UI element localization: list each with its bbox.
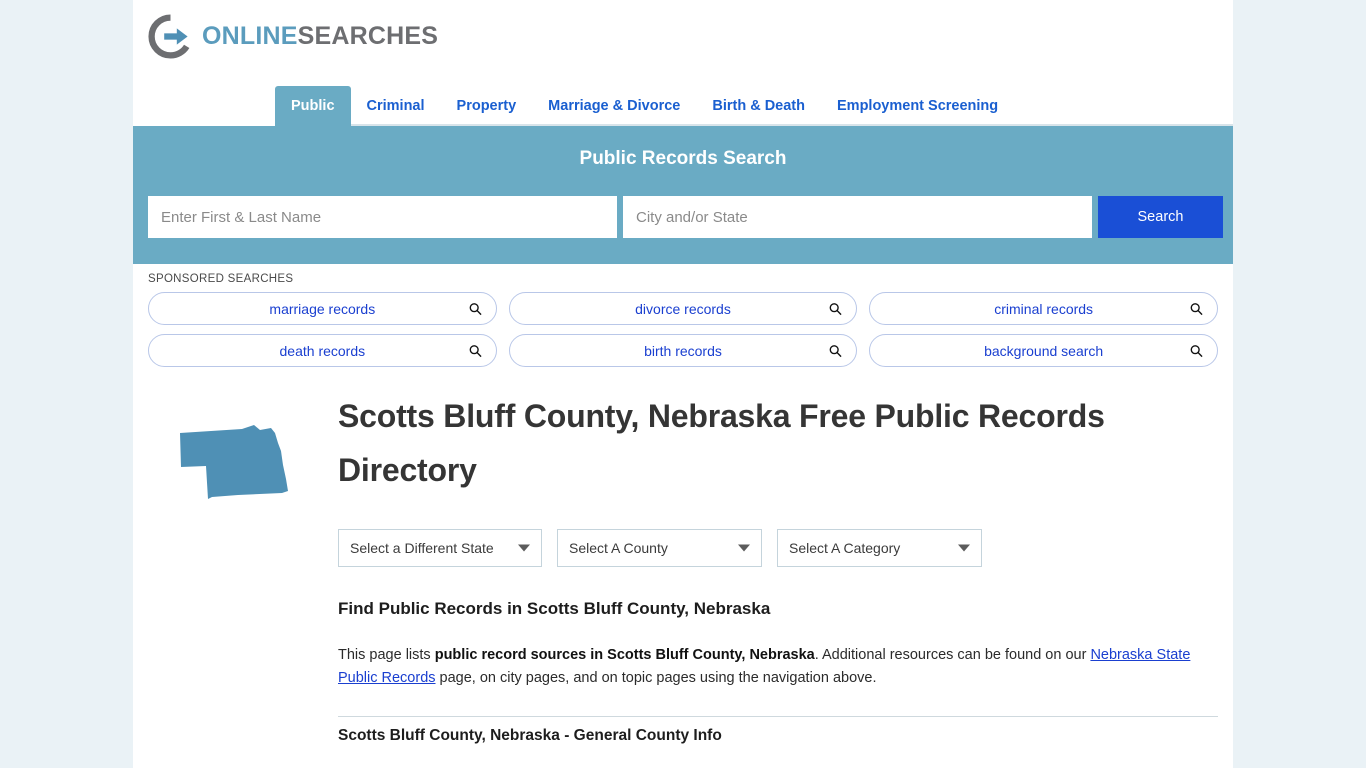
section-heading: Find Public Records in Scotts Bluff Coun… — [338, 599, 771, 618]
county-select-value: Select A County — [569, 540, 668, 556]
magnifier-icon — [469, 302, 482, 315]
nav-tab-birth-death[interactable]: Birth & Death — [696, 86, 821, 126]
state-select[interactable]: Select a Different State — [338, 529, 542, 567]
sponsored-pill-label: divorce records — [635, 300, 731, 317]
nav-tab-public[interactable]: Public — [275, 86, 351, 126]
sponsored-pill-label: background search — [984, 342, 1104, 359]
sponsored-searches-grid: marriage records divorce records crimina… — [148, 292, 1218, 367]
logo-word-online: ONLINE — [202, 22, 298, 50]
chevron-down-icon — [518, 544, 530, 552]
category-select[interactable]: Select A Category — [777, 529, 982, 567]
paragraph-text-part3: page, on city pages, and on topic pages … — [435, 670, 877, 686]
site-logo[interactable]: ONLINESEARCHES — [148, 14, 1233, 59]
page-title: Scotts Bluff County, Nebraska Free Publi… — [338, 398, 1105, 488]
magnifier-icon — [1190, 344, 1203, 357]
logo-word-searches: SEARCHES — [297, 22, 439, 50]
paragraph-text-part2: . Additional resources can be found on o… — [814, 647, 1091, 663]
content-container: ONLINESEARCHES Public Criminal Property … — [133, 0, 1233, 768]
name-search-input[interactable] — [148, 196, 617, 238]
logo-wordmark: ONLINESEARCHES — [202, 22, 438, 51]
nebraska-state-outline-icon — [180, 425, 288, 499]
sidebar: Advertising Search NE Public Records NE … — [148, 377, 323, 768]
sponsored-pill-criminal-records[interactable]: criminal records — [869, 292, 1218, 325]
sponsored-pill-divorce-records[interactable]: divorce records — [508, 292, 858, 325]
magnifier-icon — [1190, 302, 1203, 315]
sponsored-searches-label: SPONSORED SEARCHES — [148, 273, 294, 285]
site-header: ONLINESEARCHES — [133, 0, 1233, 86]
county-select[interactable]: Select A County — [557, 529, 762, 567]
sponsored-pill-label: birth records — [644, 342, 722, 359]
magnifier-icon — [829, 302, 842, 315]
location-search-input[interactable] — [623, 196, 1092, 238]
circle-arrow-icon — [148, 14, 190, 59]
sponsored-searches-section: SPONSORED SEARCHES marriage records divo… — [133, 264, 1233, 377]
category-select-value: Select A Category — [789, 540, 901, 556]
paragraph-text-part1: This page lists — [338, 647, 435, 663]
main-navigation: Public Criminal Property Marriage & Divo… — [133, 86, 1233, 126]
main-content: Scotts Bluff County, Nebraska Free Publi… — [323, 377, 1218, 768]
nav-tab-employment-screening[interactable]: Employment Screening — [821, 86, 1014, 126]
nav-tab-criminal[interactable]: Criminal — [351, 86, 441, 126]
search-banner-title: Public Records Search — [579, 148, 787, 169]
chevron-down-icon — [738, 544, 750, 552]
sponsored-pill-label: death records — [279, 342, 366, 359]
state-select-value: Select a Different State — [350, 540, 494, 556]
filter-selects: Select a Different State Select A County… — [338, 529, 1218, 567]
page-root: ONLINESEARCHES Public Criminal Property … — [0, 0, 1366, 768]
sponsored-pill-label: criminal records — [994, 300, 1094, 317]
subsection-heading: Scotts Bluff County, Nebraska - General … — [338, 727, 722, 744]
search-form: Search — [148, 196, 1223, 238]
sponsored-pill-birth-records[interactable]: birth records — [508, 334, 858, 367]
magnifier-icon — [829, 344, 842, 357]
sponsored-pill-background-search[interactable]: background search — [869, 334, 1218, 367]
magnifier-icon — [469, 344, 482, 357]
sponsored-pill-marriage-records[interactable]: marriage records — [148, 292, 497, 325]
sponsored-pill-label: marriage records — [269, 300, 376, 317]
search-banner: Public Records Search Search — [133, 126, 1233, 264]
nav-tab-marriage-divorce[interactable]: Marriage & Divorce — [532, 86, 696, 126]
nav-tab-property[interactable]: Property — [441, 86, 533, 126]
chevron-down-icon — [958, 544, 970, 552]
paragraph-bold-source: public record sources in Scotts Bluff Co… — [434, 647, 815, 663]
search-button[interactable]: Search — [1098, 196, 1223, 238]
sponsored-pill-death-records[interactable]: death records — [148, 334, 497, 367]
intro-paragraph: This page lists public record sources in… — [338, 644, 1218, 690]
main-body: Advertising Search NE Public Records NE … — [133, 377, 1233, 768]
section-divider — [338, 716, 1218, 717]
